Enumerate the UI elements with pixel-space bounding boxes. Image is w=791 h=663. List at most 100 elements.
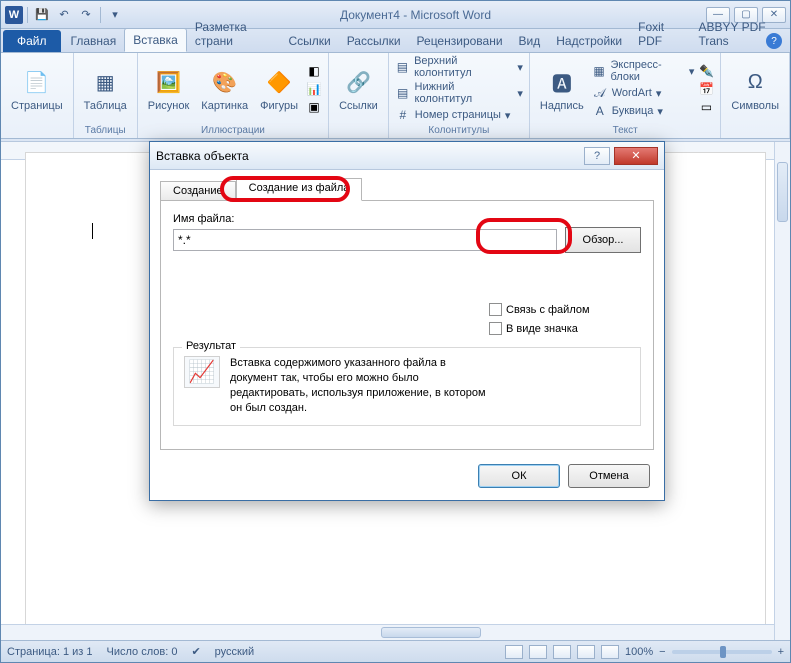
zoom-minus[interactable]: − [659, 646, 665, 658]
screenshot-icon[interactable]: ▣ [306, 99, 322, 115]
ok-button[interactable]: ОК [478, 464, 560, 488]
zoom-slider[interactable] [672, 650, 772, 654]
browse-button[interactable]: Обзор... [565, 227, 641, 253]
tab-insert[interactable]: Вставка [124, 28, 187, 52]
footer-button[interactable]: ▤Нижний колонтитул ▾ [395, 81, 523, 105]
quickparts-button[interactable]: ▦Экспресс-блоки ▾ [592, 59, 695, 83]
smartart-icon[interactable]: ◧ [306, 63, 322, 79]
insert-object-dialog: Вставка объекта ? ✕ Создание Создание из… [149, 141, 665, 501]
page-icon: 📄 [21, 66, 53, 98]
checkbox-icon [489, 303, 502, 316]
pages-button[interactable]: 📄 Страницы [7, 64, 67, 114]
tab-file[interactable]: Файл [3, 30, 61, 52]
picture-button[interactable]: 🖼️ Рисунок [144, 64, 194, 114]
tab-review[interactable]: Рецензировани [409, 30, 511, 52]
ribbon-tabs: Файл Главная Вставка Разметка страни Ссы… [1, 29, 790, 53]
shapes-icon: 🔶 [263, 66, 295, 98]
text-group-label: Текст [536, 123, 715, 138]
object-icon[interactable]: ▭ [698, 99, 714, 115]
table-label: Таблица [84, 100, 127, 112]
table-icon: ▦ [89, 66, 121, 98]
view-draft[interactable] [601, 645, 619, 659]
dialog-help-button[interactable]: ? [584, 147, 610, 165]
view-web[interactable] [553, 645, 571, 659]
statusbar: Страница: 1 из 1 Число слов: 0 ✔ русский… [1, 640, 790, 662]
dropcap-icon: A [592, 103, 608, 119]
hf-group-label: Колонтитулы [395, 123, 523, 138]
qat-save[interactable]: 💾 [32, 5, 52, 25]
wordart-icon: 𝒜 [592, 85, 608, 101]
zoom-label[interactable]: 100% [625, 646, 653, 658]
tab-view[interactable]: Вид [511, 30, 549, 52]
tab-mailings[interactable]: Рассылки [339, 30, 409, 52]
links-label: Ссылки [339, 100, 378, 112]
textbox-button[interactable]: 🅰 Надпись [536, 64, 588, 114]
dialog-titlebar[interactable]: Вставка объекта ? ✕ [150, 142, 664, 170]
clipart-label: Картинка [201, 100, 248, 112]
tab-layout[interactable]: Разметка страни [187, 16, 281, 52]
wordart-button[interactable]: 𝒜WordArt ▾ [592, 85, 695, 101]
hscroll-thumb[interactable] [381, 627, 481, 638]
result-fieldset: Результат 📈 Вставка содержимого указанно… [173, 347, 641, 426]
zoom-thumb[interactable] [720, 646, 726, 658]
link-checkbox[interactable]: Связь с файлом [489, 303, 641, 316]
header-icon: ▤ [395, 59, 410, 75]
table-button[interactable]: ▦ Таблица [80, 64, 131, 114]
view-read[interactable] [529, 645, 547, 659]
textbox-label: Надпись [540, 100, 584, 112]
qat-more[interactable]: ▾ [105, 5, 125, 25]
dropcap-button[interactable]: AБуквица ▾ [592, 103, 695, 119]
qat-redo[interactable]: ↷ [76, 5, 96, 25]
tab-foxit[interactable]: Foxit PDF [630, 16, 690, 52]
tab-home[interactable]: Главная [63, 30, 125, 52]
result-icon: 📈 [184, 356, 220, 388]
illus-group-label: Иллюстрации [144, 123, 322, 138]
horizontal-scrollbar[interactable] [1, 624, 774, 640]
status-proof-icon[interactable]: ✔ [191, 645, 200, 658]
status-page[interactable]: Страница: 1 из 1 [7, 646, 93, 658]
displayicon-checkbox[interactable]: В виде значка [489, 322, 641, 335]
dialog-tabs: Создание Создание из файла [160, 178, 654, 201]
vscroll-thumb[interactable] [777, 162, 788, 222]
filename-input[interactable] [173, 229, 557, 251]
tab-create-from-file[interactable]: Создание из файла [236, 178, 363, 201]
shapes-button[interactable]: 🔶 Фигуры [256, 64, 302, 114]
result-legend: Результат [182, 340, 240, 352]
pagenum-button[interactable]: #Номер страницы ▾ [395, 107, 523, 123]
symbols-button[interactable]: Ω Символы [727, 64, 783, 114]
header-button[interactable]: ▤Верхний колонтитул ▾ [395, 55, 523, 79]
footer-icon: ▤ [395, 85, 411, 101]
group-text: 🅰 Надпись ▦Экспресс-блоки ▾ 𝒜WordArt ▾ A… [530, 53, 722, 138]
links-button[interactable]: 🔗 Ссылки [335, 64, 382, 114]
cancel-button[interactable]: Отмена [568, 464, 650, 488]
chart-icon[interactable]: 📊 [306, 81, 322, 97]
datetime-icon[interactable]: 📅 [698, 81, 714, 97]
clipart-icon: 🎨 [209, 66, 241, 98]
tab-create-new[interactable]: Создание [160, 181, 236, 201]
sigline-icon[interactable]: ✒️ [698, 63, 714, 79]
tables-group-label: Таблицы [80, 123, 131, 138]
zoom-plus[interactable]: + [778, 646, 784, 658]
vertical-scrollbar[interactable] [774, 142, 790, 640]
filename-label: Имя файла: [173, 213, 641, 225]
clipart-button[interactable]: 🎨 Картинка [197, 64, 252, 114]
picture-icon: 🖼️ [153, 66, 185, 98]
omega-icon: Ω [739, 66, 771, 98]
text-cursor [92, 223, 93, 239]
pages-label: Страницы [11, 100, 63, 112]
status-words[interactable]: Число слов: 0 [107, 646, 178, 658]
view-print[interactable] [505, 645, 523, 659]
qat-undo[interactable]: ↶ [54, 5, 74, 25]
dialog-close-button[interactable]: ✕ [614, 147, 658, 165]
dialog-title: Вставка объекта [156, 149, 584, 163]
status-lang[interactable]: русский [215, 646, 254, 658]
tab-references[interactable]: Ссылки [280, 30, 338, 52]
help-icon[interactable]: ? [766, 33, 782, 49]
pagenum-icon: # [395, 107, 411, 123]
tab-addins[interactable]: Надстройки [548, 30, 630, 52]
view-outline[interactable] [577, 645, 595, 659]
symbols-label: Символы [731, 100, 779, 112]
group-symbols: Ω Символы [721, 53, 790, 138]
textbox-icon: 🅰 [546, 66, 578, 98]
app-window: W 💾 ↶ ↷ ▾ Документ4 - Microsoft Word — ▢… [0, 0, 791, 663]
